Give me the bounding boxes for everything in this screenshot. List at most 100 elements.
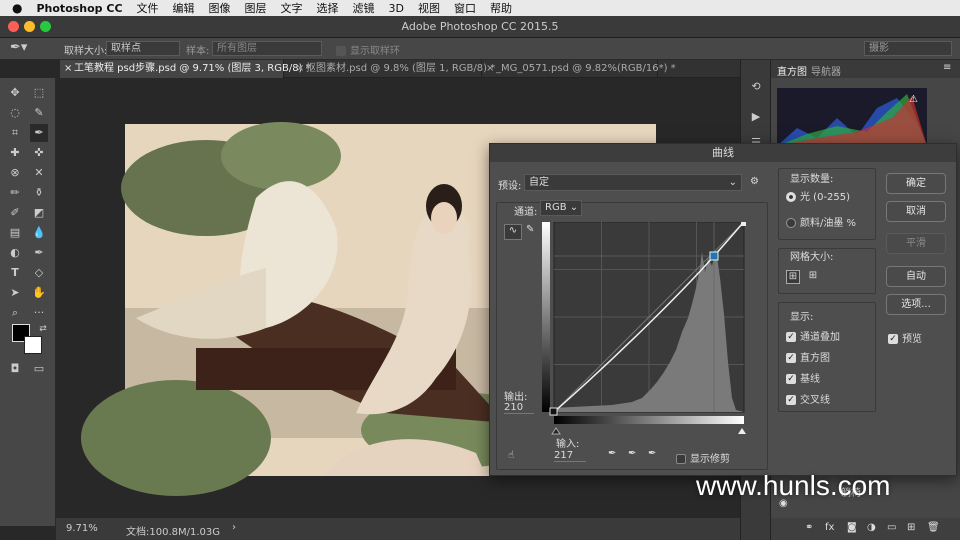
lasso-tool-icon[interactable]: ◌ — [6, 104, 24, 122]
screen-mode-icon[interactable]: ▭ — [30, 360, 48, 378]
show-clipping-checkbox[interactable]: 显示修剪 — [676, 450, 730, 465]
black-point-slider[interactable] — [551, 427, 561, 435]
document-size: 文档:100.8M/1.03G — [126, 527, 221, 538]
eyedropper-tool-icon[interactable]: ✒ — [30, 124, 48, 142]
menu-help[interactable]: 帮助 — [490, 0, 512, 16]
menu-type[interactable]: 文字 — [281, 0, 303, 16]
new-layer-icon[interactable]: ⊞ — [907, 522, 915, 533]
menu-bar: ● Photoshop CC 文件 编辑 图像 图层 文字 选择 滤镜 3D 视… — [0, 0, 960, 16]
history-brush-icon[interactable]: ✐ — [6, 204, 24, 222]
delete-layer-icon[interactable]: 🗑 — [927, 522, 940, 533]
ok-button[interactable]: 确定 — [886, 173, 946, 194]
intersection-line-checkbox[interactable]: ✓ 交叉线 — [786, 391, 830, 406]
pencil-mode-icon[interactable]: ✎ — [526, 224, 534, 235]
channel-overlays-checkbox[interactable]: ✓ 通道叠加 — [786, 328, 840, 343]
curves-dialog: 曲线 预设: 自定 ⌄ ⚙ 通道: RGB ⌄ ∿ ✎ 输出: 210 ☝ 输入:… — [489, 143, 957, 476]
zoom-tool-icon[interactable]: ⌕ — [6, 304, 24, 322]
close-tab-icon[interactable]: × — [486, 60, 494, 78]
auto-button[interactable]: 自动 — [886, 266, 946, 287]
target-adjust-icon[interactable]: ☝ — [508, 450, 514, 461]
pen-tool-icon[interactable]: ✒ — [30, 244, 48, 262]
pigment-radio[interactable]: 颜料/油墨 % — [786, 214, 856, 229]
history-panel-icon[interactable]: ⟲ — [747, 78, 765, 96]
menu-window[interactable]: 窗口 — [454, 0, 476, 16]
show-ring-checkbox[interactable]: 显示取样环 — [336, 42, 400, 57]
menu-view[interactable]: 视图 — [418, 0, 440, 16]
status-menu-arrow[interactable]: › — [232, 522, 236, 533]
workspace-select[interactable]: 摄影 — [864, 41, 952, 56]
type-tool-icon[interactable]: T — [6, 264, 24, 282]
blur-tool-icon[interactable]: 💧 — [30, 224, 48, 242]
menu-edit[interactable]: 编辑 — [173, 0, 195, 16]
smooth-button[interactable]: 平滑 — [886, 233, 946, 254]
curve-point-mode-icon[interactable]: ∿ — [504, 224, 522, 240]
baseline-checkbox[interactable]: ✓ 基线 — [786, 370, 820, 385]
options-button[interactable]: 选项... — [886, 294, 946, 315]
stamp-tool-icon[interactable]: ⚱ — [30, 184, 48, 202]
adjustment-layer-icon[interactable]: ◑ — [867, 522, 876, 533]
black-eyedropper-icon[interactable]: ✒ — [608, 448, 616, 459]
quick-mask-icon[interactable]: ◘ — [6, 360, 24, 378]
curve-control-point[interactable] — [709, 251, 719, 261]
eyedropper-icon[interactable]: ✒︎▾ — [10, 40, 27, 55]
close-tab-icon[interactable]: × — [64, 60, 72, 78]
gray-eyedropper-icon[interactable]: ✒ — [628, 448, 636, 459]
sample-size-select[interactable]: 取样点 — [106, 41, 180, 56]
tab-histogram[interactable]: 直方图 — [777, 63, 807, 78]
tab-document-1[interactable]: × 工笔教程 psd步骤.psd @ 9.71% (图层 3, RGB/8) * — [60, 60, 311, 78]
patch-tool-icon[interactable]: ✜ — [30, 144, 48, 162]
menu-app-name[interactable]: Photoshop CC — [36, 2, 122, 15]
apple-icon[interactable]: ● — [12, 1, 22, 15]
new-group-icon[interactable]: ▭ — [887, 522, 896, 533]
cancel-button[interactable]: 取消 — [886, 201, 946, 222]
histogram-checkbox[interactable]: ✓ 直方图 — [786, 349, 830, 364]
hand-tool-icon[interactable]: ✋ — [30, 284, 48, 302]
warning-icon[interactable]: ⚠ — [909, 94, 918, 105]
eraser-tool-icon[interactable]: ◩ — [30, 204, 48, 222]
background-color-swatch[interactable] — [24, 336, 42, 354]
link-layers-icon[interactable]: ⚭ — [805, 522, 813, 533]
panel-menu-icon[interactable]: ≡ — [943, 62, 951, 73]
preset-gear-icon[interactable]: ⚙ — [750, 176, 759, 187]
input-field[interactable]: 217 — [554, 450, 586, 462]
layers-footer: ⚭ fx ◙ ◑ ▭ ⊞ 🗑 — [771, 518, 960, 540]
light-radio[interactable]: 光 (0-255) — [786, 188, 850, 203]
menu-select[interactable]: 选择 — [317, 0, 339, 16]
close-tab-icon[interactable]: × — [296, 60, 304, 78]
menu-3d[interactable]: 3D — [389, 2, 404, 15]
add-mask-icon[interactable]: ◙ — [847, 522, 857, 533]
white-eyedropper-icon[interactable]: ✒ — [648, 448, 656, 459]
content-aware-tool-icon[interactable]: ⊗ — [6, 164, 24, 182]
sample-select[interactable]: 所有图层 — [212, 41, 322, 56]
direct-select-icon[interactable]: ➤ — [6, 284, 24, 302]
white-point-slider[interactable] — [738, 428, 746, 434]
gradient-tool-icon[interactable]: ▤ — [6, 224, 24, 242]
zoom-level[interactable]: 9.71% — [66, 523, 98, 534]
path-select-tool-icon[interactable]: ◇ — [30, 264, 48, 282]
menu-file[interactable]: 文件 — [137, 0, 159, 16]
layer-style-icon[interactable]: fx — [825, 522, 834, 533]
move-tool-icon[interactable]: ✥ — [6, 84, 24, 102]
preset-select[interactable]: 自定 ⌄ — [524, 174, 742, 191]
quick-select-tool-icon[interactable]: ✎ — [30, 104, 48, 122]
menu-filter[interactable]: 滤镜 — [353, 0, 375, 16]
grid-simple-icon[interactable]: ⊞ — [786, 270, 800, 284]
tab-document-2[interactable]: × 抠图素材.psd @ 9.8% (图层 1, RGB/8) * — [292, 60, 495, 78]
dodge-tool-icon[interactable]: ◐ — [6, 244, 24, 262]
preview-checkbox[interactable]: ✓ 预览 — [888, 330, 922, 345]
curve-graph[interactable] — [542, 222, 752, 442]
output-field[interactable]: 210 — [504, 402, 534, 414]
crop-tool-icon[interactable]: ⌗ — [6, 124, 24, 142]
healing-tool-icon[interactable]: ✚ — [6, 144, 24, 162]
menu-image[interactable]: 图像 — [209, 0, 231, 16]
actions-panel-icon[interactable]: ▶ — [747, 108, 765, 126]
channel-select[interactable]: RGB ⌄ — [540, 200, 582, 216]
marquee-tool-icon[interactable]: ⬚ — [30, 84, 48, 102]
brush-tool-icon[interactable]: ✏ — [6, 184, 24, 202]
red-eye-tool-icon[interactable]: ✕ — [30, 164, 48, 182]
tab-navigator[interactable]: 导航器 — [811, 63, 841, 78]
grid-detailed-icon[interactable]: ⊞ — [806, 270, 820, 284]
menu-layer[interactable]: 图层 — [245, 0, 267, 16]
tab-document-3[interactable]: × _MG_0571.psd @ 9.82%(RGB/16*) * — [482, 60, 676, 78]
swap-colors-icon[interactable]: ⇄ — [34, 320, 52, 338]
